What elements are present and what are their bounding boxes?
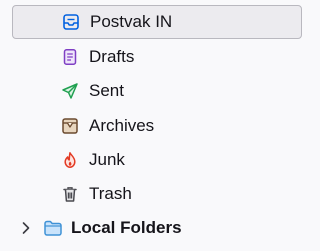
folder-pane: Postvak IN Drafts Sent Archives Junk Tra… [0, 0, 302, 251]
folder-item-trash[interactable]: Trash [12, 177, 302, 211]
junk-icon [61, 151, 79, 169]
inbox-icon [62, 13, 80, 31]
folder-item-junk[interactable]: Junk [12, 143, 302, 177]
trash-icon [61, 185, 79, 203]
local-folders-label: Local Folders [71, 218, 182, 237]
drafts-icon [61, 48, 79, 66]
folder-label: Archives [89, 116, 155, 135]
folder-item-archives[interactable]: Archives [12, 109, 302, 143]
folder-label: Drafts [89, 47, 135, 66]
folder-icon [43, 219, 63, 237]
folder-item-inbox[interactable]: Postvak IN [12, 5, 302, 39]
folder-item-drafts[interactable]: Drafts [12, 40, 302, 74]
folder-label: Junk [89, 150, 125, 169]
chevron-right-icon[interactable] [20, 221, 32, 235]
folder-item-sent[interactable]: Sent [12, 74, 302, 108]
archive-icon [61, 117, 79, 135]
folder-label: Sent [89, 81, 124, 100]
folder-label: Postvak IN [90, 12, 173, 31]
folder-label: Trash [89, 184, 132, 203]
local-folders-account[interactable]: Local Folders [0, 211, 297, 245]
sent-icon [61, 82, 79, 100]
